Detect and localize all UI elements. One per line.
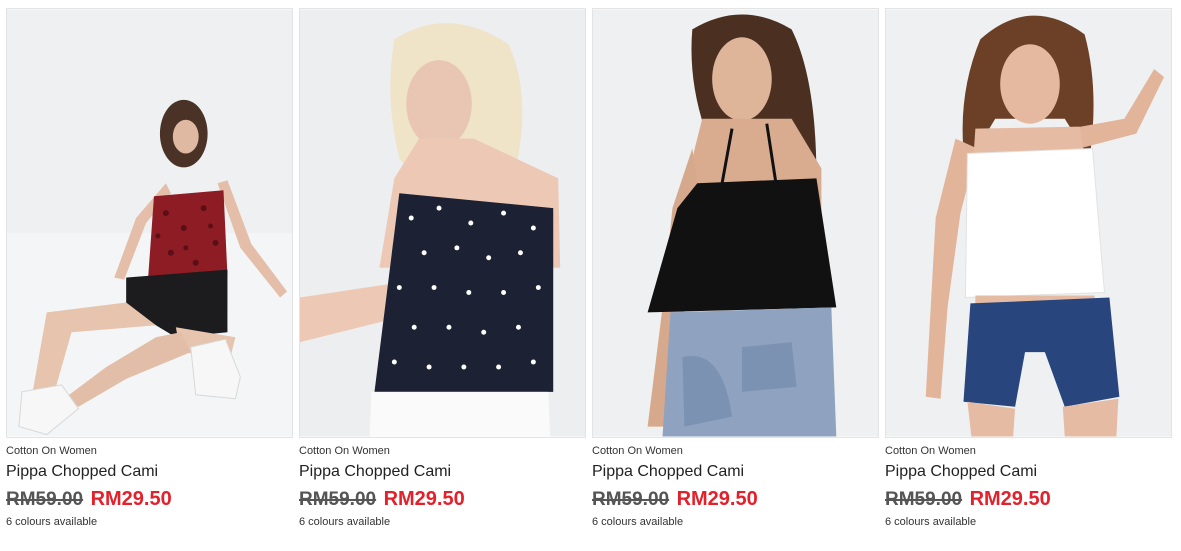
product-price: RM59.00 RM29.50	[885, 488, 1172, 512]
sale-price: RM29.50	[969, 488, 1051, 510]
sale-price: RM29.50	[90, 488, 172, 510]
product-image[interactable]	[592, 8, 879, 438]
product-grid: Cotton On Women Pippa Chopped Cami RM59.…	[6, 8, 1172, 529]
original-price: RM59.00	[6, 489, 84, 510]
product-image[interactable]	[6, 8, 293, 438]
product-name[interactable]: Pippa Chopped Cami	[6, 463, 293, 481]
colours-available[interactable]: 6 colours available	[6, 516, 293, 529]
product-price: RM59.00 RM29.50	[592, 488, 879, 512]
product-photo-white-cami	[886, 9, 1171, 437]
product-name[interactable]: Pippa Chopped Cami	[299, 463, 586, 481]
original-price: RM59.00	[885, 489, 963, 510]
product-price: RM59.00 RM29.50	[299, 488, 586, 512]
colours-available[interactable]: 6 colours available	[592, 516, 879, 529]
product-name[interactable]: Pippa Chopped Cami	[592, 463, 879, 481]
product-brand: Cotton On Women	[6, 445, 97, 457]
product-card[interactable]: Cotton On Women Pippa Chopped Cami RM59.…	[885, 8, 1172, 529]
colours-available[interactable]: 6 colours available	[299, 516, 586, 529]
original-price: RM59.00	[592, 489, 670, 510]
product-photo-black-cami	[593, 9, 878, 437]
product-photo-navy-polka-cami	[300, 9, 585, 437]
original-price: RM59.00	[299, 489, 377, 510]
product-brand: Cotton On Women	[592, 445, 683, 457]
colours-available[interactable]: 6 colours available	[885, 516, 1172, 529]
product-brand: Cotton On Women	[885, 445, 976, 457]
sale-price: RM29.50	[383, 488, 465, 510]
product-name[interactable]: Pippa Chopped Cami	[885, 463, 1172, 481]
product-card[interactable]: Cotton On Women Pippa Chopped Cami RM59.…	[592, 8, 879, 529]
product-card[interactable]: Cotton On Women Pippa Chopped Cami RM59.…	[6, 8, 293, 529]
product-price: RM59.00 RM29.50	[6, 488, 293, 512]
product-image[interactable]	[299, 8, 586, 438]
product-photo-red-cami	[7, 9, 292, 437]
product-card[interactable]: Cotton On Women Pippa Chopped Cami RM59.…	[299, 8, 586, 529]
sale-price: RM29.50	[676, 488, 758, 510]
product-brand: Cotton On Women	[299, 445, 390, 457]
product-image[interactable]	[885, 8, 1172, 438]
